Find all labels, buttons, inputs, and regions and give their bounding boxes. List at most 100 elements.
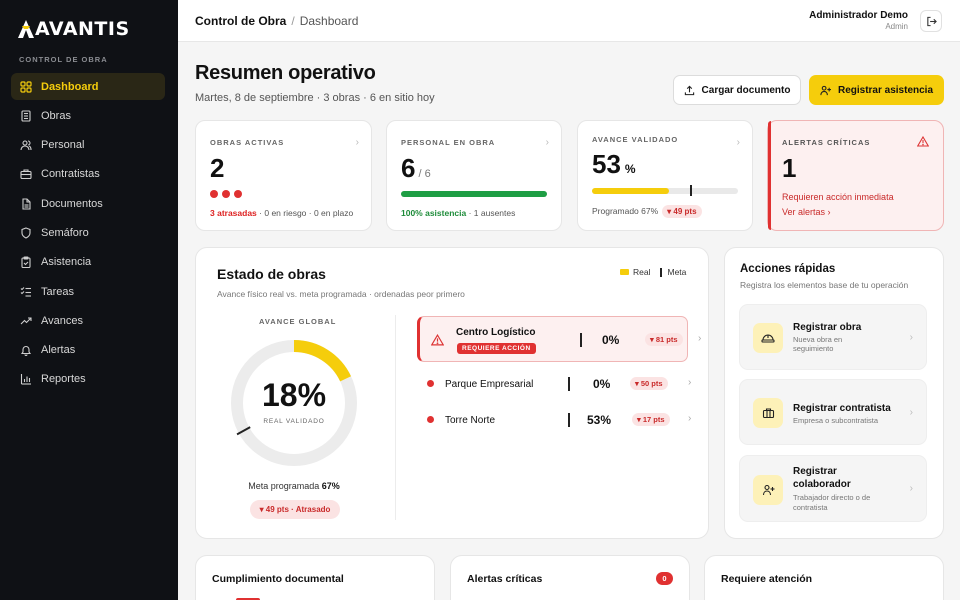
status-dots (210, 190, 246, 198)
sidebar-item-semaforo[interactable]: Semáforo (11, 219, 165, 246)
action-title: Registrar (793, 466, 837, 477)
gauge-sublabel: REAL VALIDADO (263, 418, 325, 425)
sidebar-item-label: Alertas (41, 344, 76, 357)
sidebar-item-obras[interactable]: Obras (11, 102, 165, 129)
sidebar-item-label: Reportes (41, 373, 86, 386)
sidebar-item-label: Dashboard (41, 80, 99, 93)
target-marker (689, 185, 692, 196)
sidebar-item-reportes[interactable]: Reportes (11, 366, 165, 393)
sidebar-item-personal[interactable]: Personal (11, 132, 165, 159)
panel-title: Estado de obras (217, 266, 326, 282)
programmed-value: Programado 67% (592, 206, 659, 216)
programmed-target-label: Meta programada (248, 481, 322, 491)
sidebar-item-contratistas[interactable]: Contratistas (11, 161, 165, 188)
obra-name: Parque Empresarial (445, 379, 534, 390)
stat-value: 2 (210, 153, 225, 183)
users-icon (20, 139, 32, 151)
register-contractor-action[interactable]: Registrar contratista Empresa o subcontr… (739, 379, 927, 445)
logo-mark-icon (18, 20, 34, 38)
alert-accent-bar (768, 121, 771, 230)
chevron-right-icon[interactable]: › (698, 333, 701, 344)
brand-logo[interactable]: AVANTIS (18, 18, 130, 40)
brand-name: AVANTIS (35, 18, 130, 40)
register-obra-action[interactable]: Registrar obra Nueva obra en seguimiento… (739, 304, 927, 370)
alert-count-badge: 0 (656, 572, 673, 585)
action-subtitle: Nueva obra en (793, 335, 843, 344)
stat-card-avance[interactable]: AVANCE VALIDADO › 53% Programado 67% ▾ 49… (577, 120, 753, 231)
sidebar-item-asistencia[interactable]: Asistencia (11, 249, 165, 276)
stat-card-obras[interactable]: OBRAS ACTIVAS › 2 3 atrasadas · 0 en rie… (195, 120, 372, 231)
obra-row-torre-norte[interactable]: Torre Norte 53% ▾ 17 pts › (417, 398, 691, 444)
sidebar-item-avances[interactable]: Avances (11, 307, 165, 334)
sidebar-item-label: Tareas (41, 285, 75, 298)
logout-button[interactable] (920, 10, 942, 32)
absent-count: · 1 ausentes (466, 208, 516, 218)
breadcrumb-section[interactable]: Control de Obra (195, 14, 286, 28)
late-count: 3 atrasadas (210, 208, 257, 218)
programmed-target-value: 67% (321, 481, 340, 491)
upload-document-button[interactable]: Cargar documento (673, 75, 801, 105)
progress-bar (592, 185, 738, 196)
sidebar-item-documentos[interactable]: Documentos (11, 190, 165, 217)
briefcase-icon (20, 168, 32, 180)
attendance-rate: 100% asistencia (401, 208, 467, 218)
action-title: Registrar obra (793, 322, 862, 333)
briefcase-icon (753, 398, 783, 428)
document-compliance-card[interactable]: Cumplimiento documental (195, 555, 435, 600)
sidebar-item-label: Contratistas (41, 168, 100, 181)
obra-progress: 0% (602, 333, 620, 347)
panel-subtitle: Registra los elementos base de tu operac… (740, 280, 909, 290)
stat-value-number: 6 (401, 153, 416, 183)
obra-row-centro-logistico[interactable]: Centro Logístico REQUIERE ACCIÓN 0% ▾ 81… (417, 316, 688, 362)
action-subtitle: Trabajador directo o de (793, 493, 871, 502)
requires-action-tag: REQUIERE ACCIÓN (457, 343, 536, 354)
sidebar-item-label: Personal (41, 139, 85, 152)
obra-progress: 0% (593, 377, 611, 391)
attendance-bar (401, 191, 547, 197)
target-marker (568, 377, 570, 391)
status-dot (427, 380, 434, 387)
sidebar-item-tareas[interactable]: Tareas (11, 278, 165, 305)
status-dot (234, 190, 242, 198)
stat-value: 53% (592, 149, 636, 180)
obra-progress: 53% (587, 413, 612, 427)
view-alerts-link[interactable]: Ver alertas › (782, 207, 831, 217)
stat-label: AVANCE VALIDADO (592, 135, 679, 144)
breadcrumb-page: Dashboard (299, 14, 359, 28)
chevron-right-icon: › (827, 207, 831, 217)
alert-description: Requieren acción inmediata (782, 192, 894, 202)
page-subtitle: Martes, 8 de septiembre · 3 obras · 6 en… (195, 92, 435, 104)
status-dot (427, 416, 434, 423)
requires-attention-card[interactable]: Requiere atención (704, 555, 944, 600)
breadcrumb: Control de Obra / Dashboard (195, 14, 358, 28)
stat-card-personal[interactable]: PERSONAL EN OBRA › 6/ 6 100% asistencia … (386, 120, 562, 231)
stat-card-alertas[interactable]: ALERTAS CRÍTICAS 1 Requieren acción inme… (767, 120, 944, 231)
obra-name: Centro Logístico (456, 327, 536, 338)
delta-badge: ▾ 81 pts (645, 333, 683, 346)
sidebar-item-label: Documentos (41, 197, 103, 210)
divider (395, 315, 396, 520)
chevron-right-icon: › (909, 407, 913, 418)
sidebar-item-label: Semáforo (41, 226, 89, 239)
action-subtitle: contratista (793, 503, 828, 512)
card-title: Alertas críticas (467, 573, 543, 585)
sidebar-item-alertas[interactable]: Alertas (11, 337, 165, 364)
register-attendance-button[interactable]: Registrar asistencia (809, 75, 944, 105)
register-collaborator-action[interactable]: Registrar colaborador Trabajador directo… (739, 455, 927, 522)
programmed-target: Meta programada 67% (234, 481, 354, 491)
chevron-right-icon: › (355, 137, 359, 148)
user-info[interactable]: Administrador Demo Admin (809, 10, 908, 31)
critical-alerts-card[interactable]: Alertas críticas 0 (450, 555, 690, 600)
list-check-icon (20, 286, 32, 298)
sidebar-item-dashboard[interactable]: Dashboard (11, 73, 165, 100)
obra-name: Torre Norte (445, 415, 496, 426)
action-title: Registrar contratista (793, 403, 891, 414)
user-plus-icon (820, 85, 831, 95)
card-title: Cumplimiento documental (212, 573, 344, 585)
chevron-right-icon: › (736, 137, 740, 148)
chevron-right-icon: › (909, 483, 913, 494)
chevron-right-icon: › (688, 377, 692, 388)
view-alerts-label: Ver alertas (782, 207, 826, 217)
clipboard-icon (20, 256, 32, 269)
delta-badge: ▾ 49 pts (662, 205, 702, 218)
